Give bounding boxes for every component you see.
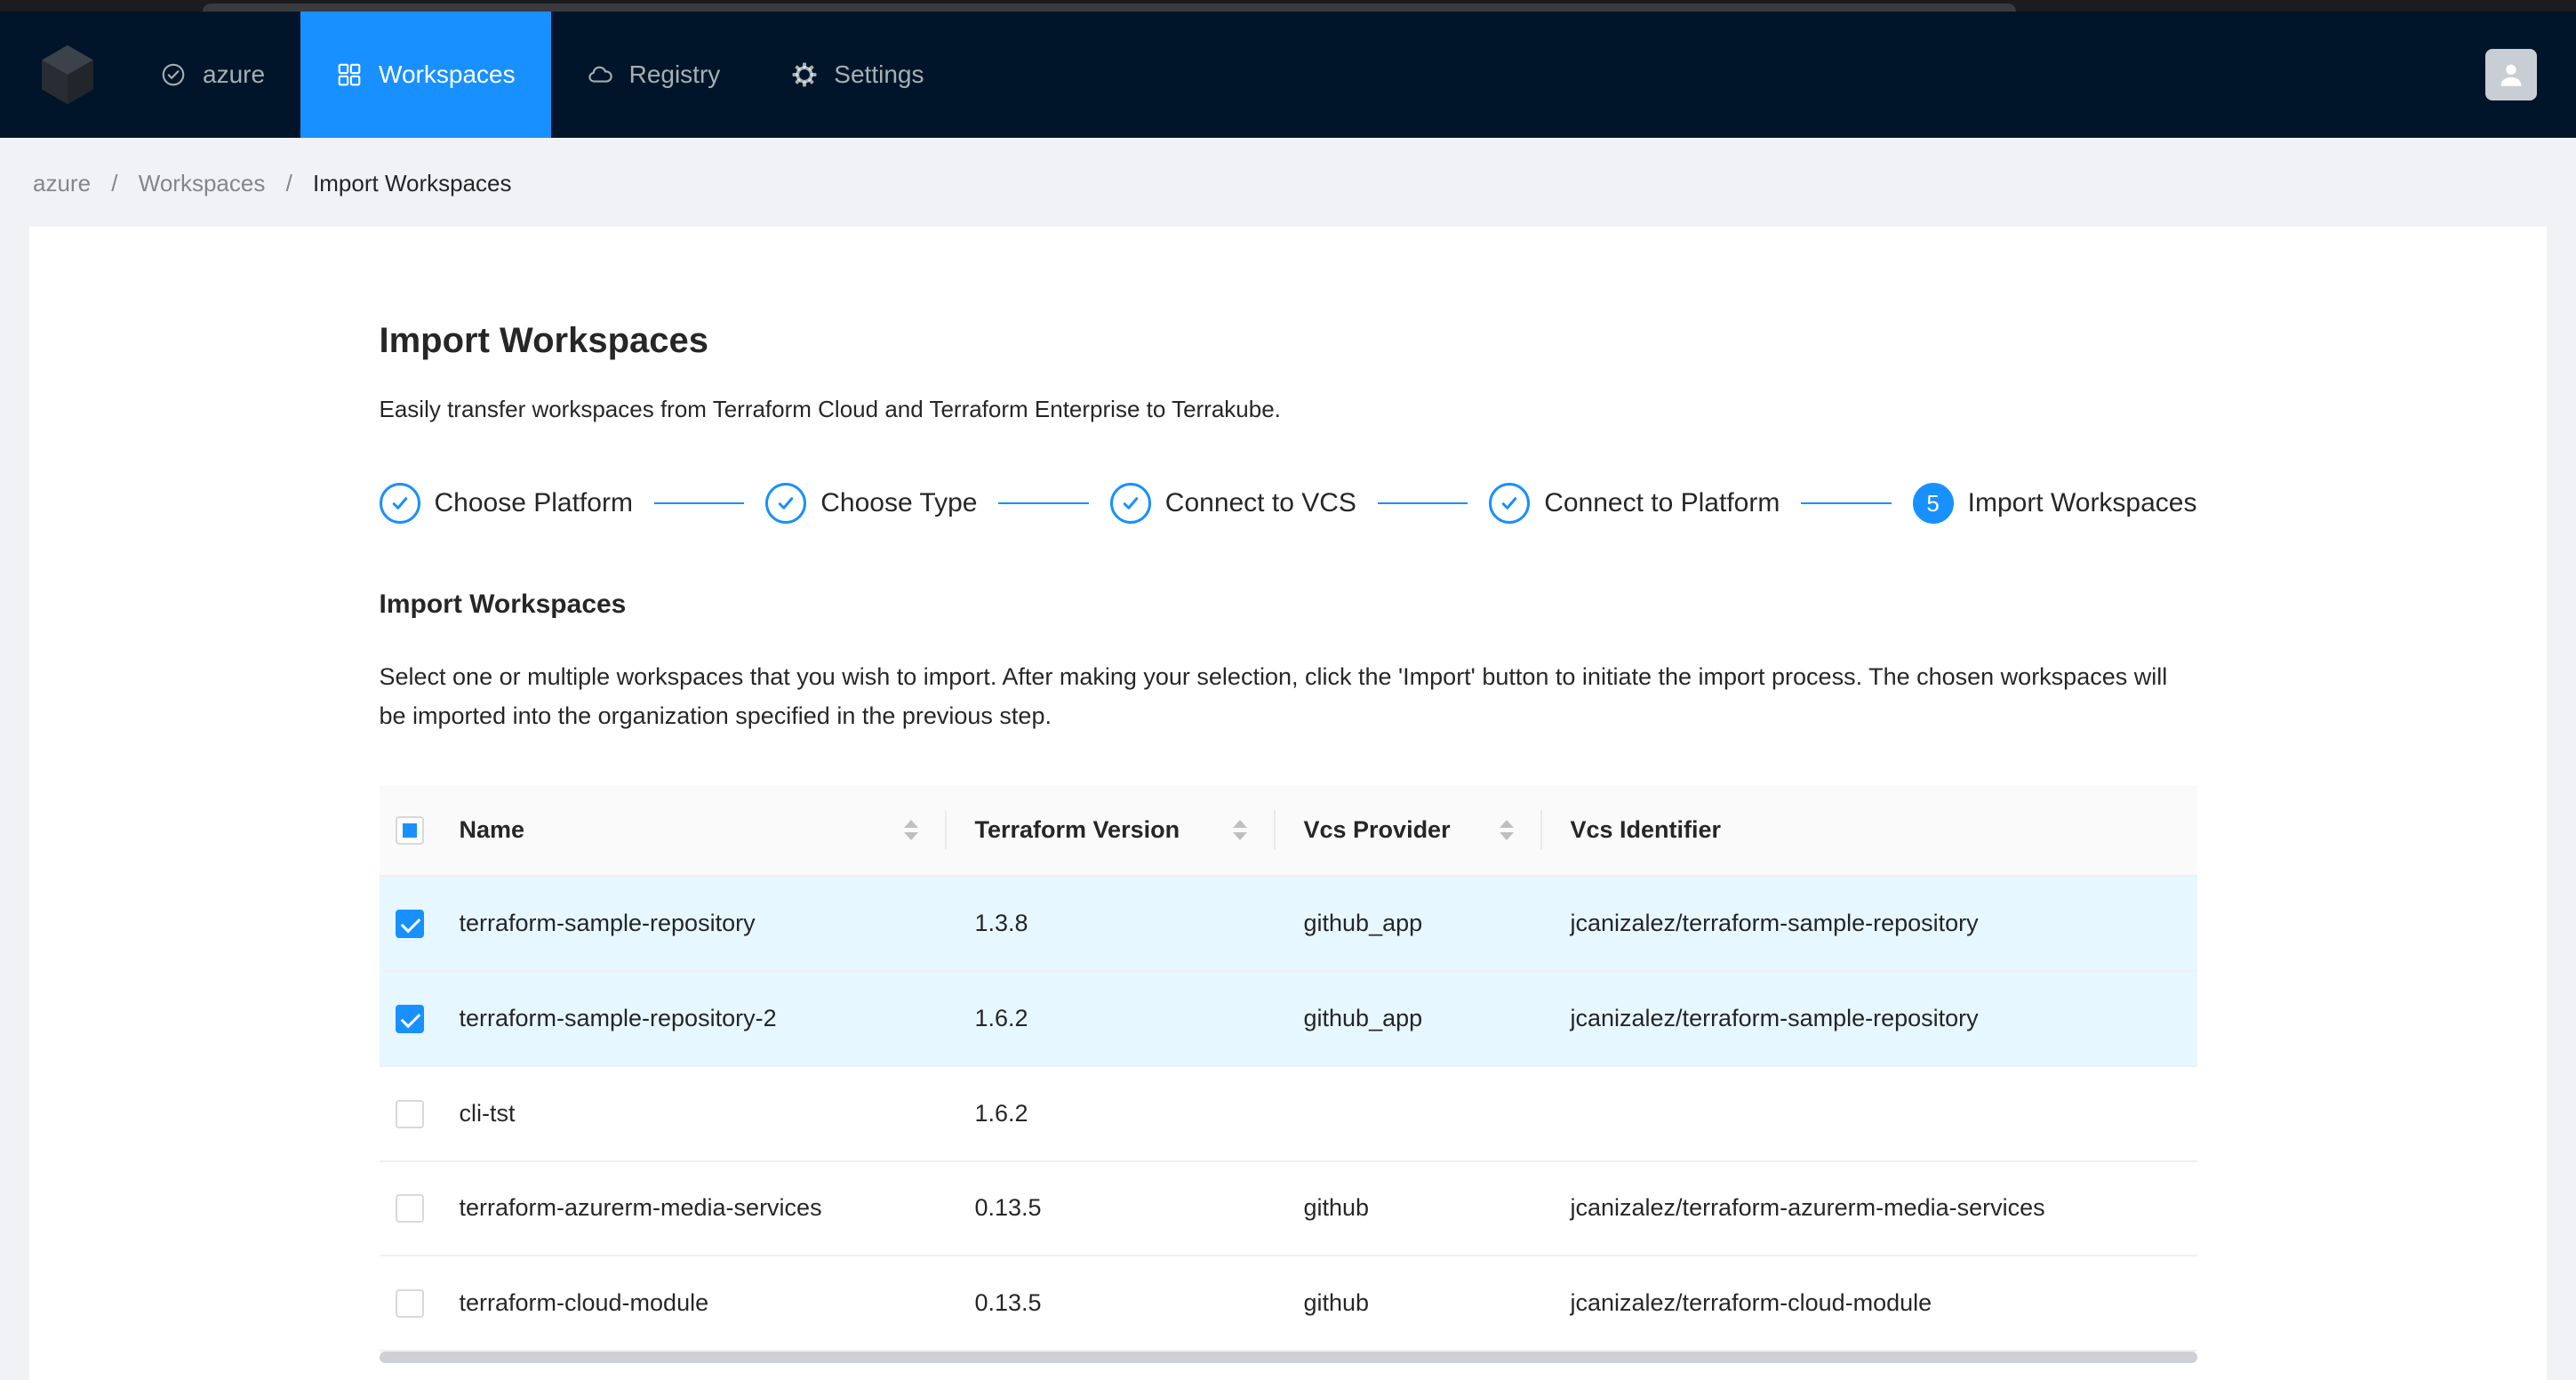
column-header-name: Name <box>459 815 525 843</box>
cell-name: terraform-sample-repository-2 <box>430 970 947 1067</box>
navbar-right <box>2485 49 2537 100</box>
cell-vcs-identifier: jcanizalez/terraform-sample-repository <box>1541 875 2197 972</box>
page-title: Import Workspaces <box>379 321 709 360</box>
row-checkbox[interactable] <box>395 909 424 938</box>
table-row[interactable]: cli-tst 1.6.2 <box>379 1065 2197 1162</box>
step-connector <box>998 502 1089 504</box>
select-all-checkbox[interactable] <box>395 815 424 845</box>
step-title: Choose Type <box>820 488 978 518</box>
cell-vcs-identifier <box>1541 1065 2197 1162</box>
nav-tab-label: Settings <box>834 60 924 88</box>
nav-tab-label: Registry <box>628 60 721 88</box>
breadcrumb-separator: / <box>111 170 118 197</box>
user-icon <box>2500 64 2522 86</box>
row-checkbox[interactable] <box>395 1099 424 1128</box>
cell-name: terraform-sample-repository <box>430 875 947 972</box>
nav-tab-settings[interactable]: Settings <box>756 12 959 138</box>
cell-vcs-provider <box>1275 1065 1542 1162</box>
cell-terraform-version: 1.3.8 <box>946 875 1276 972</box>
table-row[interactable]: terraform-cloud-module 0.13.5 github jca… <box>379 1256 2197 1352</box>
row-checkbox[interactable] <box>395 1289 424 1319</box>
cell-vcs-identifier: jcanizalez/terraform-cloud-module <box>1541 1256 2197 1352</box>
cell-terraform-version: 1.6.2 <box>946 1065 1276 1162</box>
breadcrumb: azure / Workspaces / Import Workspaces <box>0 138 2576 227</box>
sort-icon[interactable] <box>1232 819 1247 840</box>
table-row[interactable]: terraform-azurerm-media-services 0.13.5 … <box>379 1160 2197 1257</box>
step-check-icon <box>379 483 420 524</box>
step-check-icon <box>1109 483 1151 524</box>
column-header-terraform-version: Terraform Version <box>974 815 1180 843</box>
sort-icon[interactable] <box>1499 819 1514 840</box>
cell-vcs-identifier: jcanizalez/terraform-azurerm-media-servi… <box>1541 1160 2197 1257</box>
step-title: Connect to Platform <box>1544 488 1780 518</box>
sort-icon[interactable] <box>903 819 918 840</box>
breadcrumb-item-workspaces[interactable]: Workspaces <box>139 170 266 197</box>
grid-icon <box>336 61 363 88</box>
steps-progress: Choose Platform Choose Type Connect to V… <box>379 483 2197 524</box>
cell-vcs-provider: github_app <box>1275 875 1542 972</box>
breadcrumb-item-azure[interactable]: azure <box>33 170 91 197</box>
cell-vcs-provider: github <box>1275 1256 1542 1352</box>
user-avatar[interactable] <box>2485 49 2537 100</box>
cell-vcs-provider: github_app <box>1275 970 1542 1067</box>
logo-hexagon-icon <box>42 44 93 105</box>
column-header-vcs-identifier: Vcs Identifier <box>1570 815 1722 843</box>
step-choose-type: Choose Type <box>765 483 977 524</box>
row-checkbox[interactable] <box>395 1004 424 1033</box>
main-card: Import Workspaces Easily transfer worksp… <box>29 227 2547 1380</box>
cell-terraform-version: 0.13.5 <box>946 1256 1276 1352</box>
step-check-icon <box>765 483 807 524</box>
nav-tab-label: Workspaces <box>379 60 516 88</box>
step-number-badge: 5 <box>1912 483 1954 524</box>
gear-icon <box>791 61 818 88</box>
top-navbar: azure Workspaces Registry Settings <box>0 12 2576 138</box>
nav-tab-registry[interactable]: Registry <box>551 12 756 138</box>
table-header-row: Name Terraform Version Vcs Provider Vcs … <box>379 785 2197 877</box>
step-choose-platform: Choose Platform <box>379 483 633 524</box>
table-row[interactable]: terraform-sample-repository-2 1.6.2 gith… <box>379 970 2197 1067</box>
horizontal-scrollbar[interactable] <box>379 1352 2197 1364</box>
step-title: Choose Platform <box>434 488 633 518</box>
step-connect-to-vcs: Connect to VCS <box>1109 483 1356 524</box>
org-selector[interactable]: azure <box>124 12 300 138</box>
cell-terraform-version: 1.6.2 <box>946 970 1276 1067</box>
step-check-icon <box>1489 483 1531 524</box>
section-description: Select one or multiple workspaces that y… <box>379 663 2168 729</box>
cell-name: terraform-cloud-module <box>430 1256 947 1352</box>
page-subtitle: Easily transfer workspaces from Terrafor… <box>379 396 1281 422</box>
org-label: azure <box>203 60 266 88</box>
nav-tab-workspaces[interactable]: Workspaces <box>300 12 551 138</box>
step-import-workspaces: 5 Import Workspaces <box>1912 483 2197 524</box>
step-connector <box>1801 502 1892 504</box>
browser-tab <box>203 4 2016 12</box>
step-connect-to-platform: Connect to Platform <box>1489 483 1780 524</box>
cell-vcs-provider: github <box>1275 1160 1542 1257</box>
cell-name: terraform-azurerm-media-services <box>430 1160 947 1257</box>
column-header-vcs-provider: Vcs Provider <box>1303 815 1451 843</box>
cloud-icon <box>587 61 613 88</box>
browser-chrome-strip <box>0 0 2576 12</box>
table-row[interactable]: terraform-sample-repository 1.3.8 github… <box>379 875 2197 972</box>
cell-name: cli-tst <box>430 1065 947 1162</box>
step-connector <box>653 502 745 504</box>
import-workspaces-content: Import Workspaces Easily transfer worksp… <box>379 227 2197 1364</box>
breadcrumb-separator: / <box>285 170 292 197</box>
section-title: Import Workspaces <box>379 590 627 619</box>
step-title: Import Workspaces <box>1967 488 2197 518</box>
breadcrumb-item-current: Import Workspaces <box>313 170 512 197</box>
check-circle-icon <box>160 61 187 88</box>
step-title: Connect to VCS <box>1164 488 1356 518</box>
step-connector <box>1377 502 1468 504</box>
workspaces-table: Name Terraform Version Vcs Provider Vcs … <box>379 785 2197 1352</box>
cell-terraform-version: 0.13.5 <box>946 1160 1276 1257</box>
cell-vcs-identifier: jcanizalez/terraform-sample-repository <box>1541 970 2197 1067</box>
terrakube-logo[interactable] <box>36 40 100 109</box>
row-checkbox[interactable] <box>395 1194 424 1224</box>
